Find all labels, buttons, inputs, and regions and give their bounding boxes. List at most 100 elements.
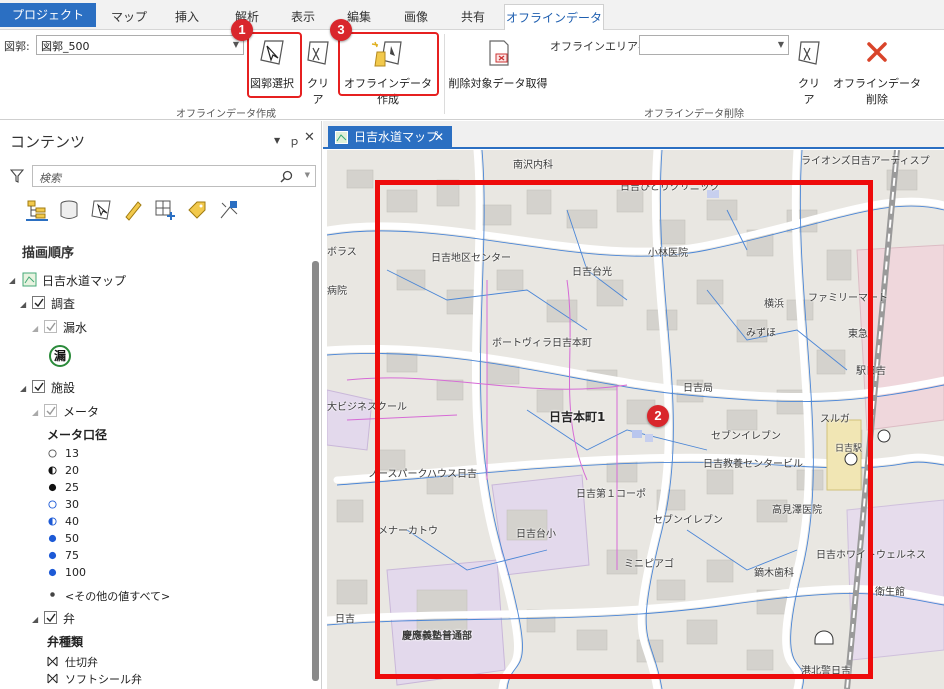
offline-area-combo[interactable]: ▼ (639, 35, 789, 55)
collapse-icon[interactable]: ◢ (32, 324, 38, 333)
delete-target-label: 削除対象データ取得 (448, 77, 548, 90)
highlight-offline-create (338, 32, 439, 96)
collapse-icon[interactable]: ◢ (32, 615, 38, 624)
map-icon (335, 131, 348, 144)
search-icon[interactable] (280, 170, 293, 183)
offline-area-label: オフラインエリア名: (550, 40, 653, 53)
delete-target-button[interactable]: 削除対象データ取得 (448, 38, 548, 90)
layer-checkbox-ben[interactable] (44, 611, 57, 624)
arcgis-pro-window: プロジェクト マップ 挿入 解析 表示 編集 画像 共有 オフラインデータ 図郭… (0, 0, 944, 689)
layer-label-ben[interactable]: 弁 (63, 610, 75, 627)
map-label: 病院 (327, 286, 347, 297)
clear-button-2[interactable]: クリア (793, 38, 825, 106)
tab-insert[interactable]: 挿入 (164, 4, 210, 30)
clear-button-1[interactable]: クリア (303, 38, 333, 106)
zukaku-value: 図郭_500 (41, 40, 90, 53)
clear-frame-icon (798, 41, 820, 65)
layer-label-chousa[interactable]: 調査 (51, 295, 75, 312)
collapse-icon[interactable]: ◢ (20, 300, 26, 309)
list-by-drawing-order-icon[interactable] (26, 199, 48, 221)
tab-imagery[interactable]: 画像 (393, 4, 439, 30)
layer-checkbox-rousui[interactable] (44, 320, 57, 333)
map-canvas[interactable]: 南沢内科 ライオンズ日吉アーティスプ 日吉ひとりクリニック 小林医院 日吉地区セ… (327, 150, 944, 689)
filled-circle-blue-icon (48, 551, 57, 560)
contents-title: コンテンツ (10, 133, 86, 151)
step-badge-1: 1 (231, 19, 253, 41)
offline-delete-label: オフラインデータ削除 (833, 77, 921, 106)
layer-label-shisetsu[interactable]: 施設 (51, 379, 75, 396)
soft-seal-valve-icon (47, 673, 58, 684)
map-label: ボラス (327, 247, 357, 258)
pin-icon[interactable]: ｐ (289, 133, 300, 149)
delete-x-icon (867, 42, 887, 62)
half-circle-blue-icon (48, 517, 57, 526)
delete-target-icon (489, 40, 509, 66)
list-by-selection-icon[interactable] (90, 199, 112, 221)
map-label: 南沢内科 (513, 160, 553, 171)
map-view-tab-strip: 日吉水道マップ ✕ (323, 121, 944, 149)
filled-circle-blue-icon (48, 534, 57, 543)
small-dot-icon (50, 592, 55, 597)
filled-circle-icon (48, 483, 57, 492)
ribbon-panel: 図郭: 図郭_500 ▼ 図郭選択 クリア オフラインデータ作成 1 3 オフラ… (0, 19, 944, 120)
clear-label-2: クリア (798, 77, 820, 106)
zukaku-combo[interactable]: 図郭_500 ▼ (36, 35, 244, 55)
list-by-source-icon[interactable] (58, 199, 80, 221)
clear-frame-icon (307, 41, 329, 65)
step-badge-3: 3 (330, 19, 352, 41)
circle-outline-blue-icon (48, 500, 57, 509)
list-by-editing-icon[interactable] (122, 199, 144, 221)
layer-label-meter[interactable]: メータ (63, 403, 99, 420)
group-label-delete: オフラインデータ削除 (644, 109, 744, 120)
map-node-label[interactable]: 日吉水道マップ (42, 272, 126, 289)
map-label: ライオンズ日吉アーティスプ (801, 156, 930, 167)
group-label-create: オフラインデータ作成 (176, 109, 276, 120)
meter-field-heading: メータ口径 (47, 428, 108, 442)
tab-offline-data[interactable]: オフラインデータ (504, 4, 604, 31)
map-icon (22, 272, 37, 287)
filled-circle-blue-icon (48, 568, 57, 577)
tab-project[interactable]: プロジェクト (0, 3, 96, 27)
contents-pane: コンテンツ ▼ ｐ ✕ 検索 ▼ 描画順序 ◢ 日吉水道マップ ◢ 調査 ◢ 漏… (0, 121, 322, 689)
tab-map[interactable]: マップ (104, 4, 154, 30)
map-tab-title: 日吉水道マップ (354, 130, 439, 144)
map-label: 日吉 (335, 614, 355, 625)
gate-valve-icon (47, 656, 58, 667)
tab-share[interactable]: 共有 (450, 4, 496, 30)
close-icon[interactable]: ✕ (304, 130, 315, 145)
contents-scrollbar[interactable] (312, 261, 319, 681)
offline-delete-button[interactable]: オフラインデータ削除 (829, 38, 925, 106)
ben-field-heading: 弁種類 (47, 635, 84, 649)
pane-menu-icon[interactable]: ▼ (274, 136, 280, 145)
clear-label-1: クリア (307, 77, 329, 106)
list-by-perspective-icon[interactable] (218, 199, 240, 221)
list-by-snapping-icon[interactable] (154, 199, 176, 221)
map-label: 衛生館 (875, 587, 905, 598)
highlight-zukaku-select (247, 32, 302, 98)
chevron-down-icon: ▼ (232, 40, 239, 49)
layer-checkbox-chousa[interactable] (32, 296, 45, 309)
selected-frame-rectangle (375, 180, 873, 679)
chevron-down-icon[interactable]: ▼ (305, 171, 310, 179)
collapse-icon[interactable]: ◢ (32, 408, 38, 417)
search-placeholder: 検索 (39, 172, 61, 185)
circle-outline-icon (48, 449, 57, 458)
draw-order-heading: 描画順序 (22, 246, 75, 261)
half-circle-icon (48, 466, 57, 475)
tab-view[interactable]: 表示 (280, 4, 326, 30)
search-input[interactable]: 検索 ▼ (32, 165, 316, 187)
layer-checkbox-shisetsu[interactable] (32, 380, 45, 393)
rousui-symbol: 漏 (49, 345, 71, 367)
step-badge-2: 2 (647, 405, 669, 427)
layer-label-rousui[interactable]: 漏水 (63, 319, 87, 336)
chevron-down-icon: ▼ (777, 40, 784, 49)
zukaku-label: 図郭: (4, 40, 30, 53)
layer-checkbox-meter[interactable] (44, 404, 57, 417)
collapse-icon[interactable]: ◢ (9, 276, 15, 285)
filter-icon[interactable] (10, 169, 24, 183)
list-by-labeling-icon[interactable] (186, 199, 208, 221)
tab-map-view[interactable]: 日吉水道マップ ✕ (328, 126, 452, 149)
collapse-icon[interactable]: ◢ (20, 384, 26, 393)
close-icon[interactable]: ✕ (434, 126, 444, 149)
group-separator (444, 34, 445, 114)
